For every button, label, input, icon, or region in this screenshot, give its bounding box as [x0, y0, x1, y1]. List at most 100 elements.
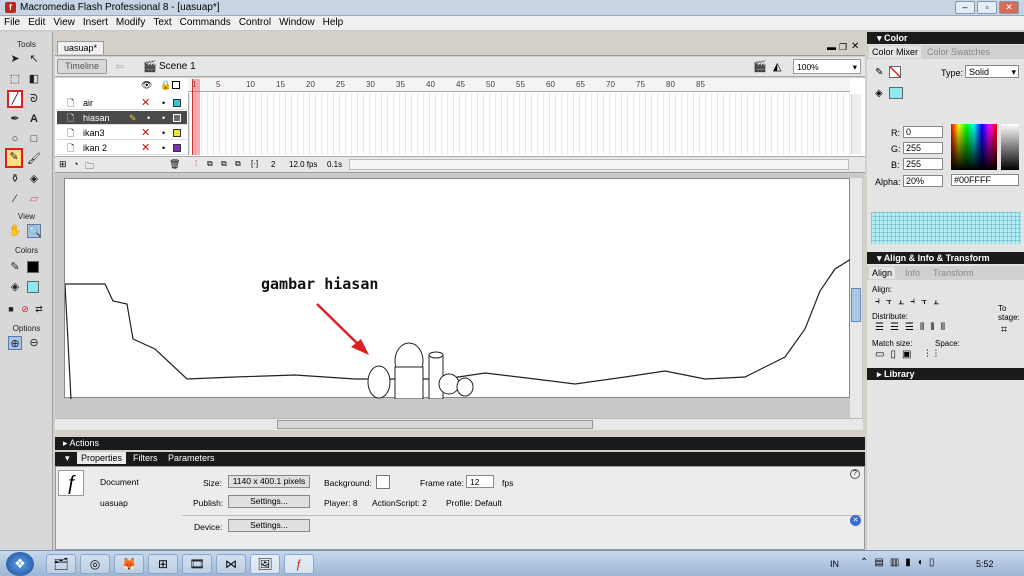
- layer-row-hiasan[interactable]: 🗋 hiasan ✎ • •: [57, 111, 187, 125]
- zoom-tool-icon[interactable]: 🔍: [27, 224, 42, 238]
- menu-modify[interactable]: Modify: [112, 16, 149, 29]
- office-taskbar-icon[interactable]: ⊞: [148, 554, 178, 574]
- doc-close-icon[interactable]: ✕: [851, 41, 859, 52]
- explorer-taskbar-icon[interactable]: 🗂: [46, 554, 76, 574]
- pencil-tool-icon[interactable]: ✎: [5, 148, 23, 168]
- match-space-buttons[interactable]: ▭▯▣ ⫶⫶: [875, 349, 985, 360]
- media-taskbar-icon[interactable]: 🎞: [182, 554, 212, 574]
- menu-text[interactable]: Text: [149, 16, 175, 29]
- add-folder-icon[interactable]: 🗀: [85, 159, 94, 175]
- timeline-vscroll[interactable]: [851, 94, 861, 154]
- hex-input[interactable]: #00FFFF: [951, 174, 1019, 186]
- r-input[interactable]: 0: [903, 126, 943, 138]
- delete-layer-icon[interactable]: 🗑: [169, 159, 180, 170]
- tab-color-swatches[interactable]: Color Swatches: [927, 47, 990, 57]
- b-input[interactable]: 255: [903, 158, 943, 170]
- tab-filters[interactable]: Filters: [133, 453, 158, 463]
- stroke-color-swatch[interactable]: [27, 261, 39, 273]
- stroke-icon[interactable]: ✎: [875, 67, 883, 78]
- frame-grid[interactable]: [188, 93, 850, 155]
- type-select[interactable]: Solid ▾: [965, 65, 1019, 78]
- tab-info[interactable]: Info: [905, 268, 920, 278]
- tab-properties[interactable]: Properties: [77, 452, 127, 464]
- hidden-x-icon[interactable]: ✕: [141, 96, 150, 110]
- menu-control[interactable]: Control: [235, 16, 275, 29]
- lasso-tool-icon[interactable]: ᘐ: [27, 92, 41, 106]
- maximize-button[interactable]: ▫: [977, 1, 997, 14]
- free-transform-icon[interactable]: ⬚: [8, 72, 22, 86]
- edit-scene-icon[interactable]: 🎬: [753, 60, 767, 73]
- size-button[interactable]: 1140 x 400.1 pixels: [228, 475, 310, 488]
- align-buttons[interactable]: ⫞⫟⫠⫞⫟⫠: [875, 296, 985, 307]
- zoom-out-icon[interactable]: ⊖: [27, 336, 41, 350]
- stroke-color-icon[interactable]: ✎: [8, 260, 22, 274]
- menu-help[interactable]: Help: [319, 16, 348, 29]
- firefox-taskbar-icon[interactable]: 🦊: [114, 554, 144, 574]
- g-input[interactable]: 255: [903, 142, 943, 154]
- fill-color-swatch[interactable]: [27, 281, 39, 293]
- alpha-input[interactable]: 20%: [903, 175, 943, 187]
- background-color-swatch[interactable]: [376, 475, 390, 489]
- menu-file[interactable]: File: [0, 16, 24, 29]
- text-tool-icon[interactable]: A: [27, 112, 41, 126]
- onion-markers-icon[interactable]: [·]: [251, 159, 258, 168]
- rectangle-tool-icon[interactable]: □: [27, 132, 41, 146]
- hscroll-thumb[interactable]: [277, 420, 593, 429]
- actions-panel-header[interactable]: ▸ Actions: [55, 437, 865, 450]
- paint-bucket-icon[interactable]: ◈: [27, 172, 41, 186]
- minimize-button[interactable]: –: [955, 1, 975, 14]
- chrome-taskbar-icon[interactable]: ◎: [80, 554, 110, 574]
- frame-ruler[interactable]: 1 5 10 15 20 25 30 35 40 45 50 55 60 65 70 75 80 85: [188, 78, 850, 92]
- doc-restore-icon[interactable]: ❐: [839, 42, 847, 53]
- lock-dot-icon[interactable]: •: [162, 96, 165, 110]
- library-panel-header[interactable]: ▸ Library: [867, 368, 1024, 380]
- eye-icon[interactable]: 👁: [141, 80, 152, 91]
- start-button[interactable]: ❖: [6, 552, 34, 576]
- menu-edit[interactable]: Edit: [24, 16, 49, 29]
- tab-align[interactable]: Align: [869, 267, 896, 279]
- color-panel-header[interactable]: ▾ Color: [867, 32, 1024, 44]
- align-panel-header[interactable]: ▾ Align & Info & Transform: [867, 252, 1024, 264]
- fill-icon[interactable]: ◈: [875, 88, 883, 99]
- menu-insert[interactable]: Insert: [79, 16, 112, 29]
- arrow-tool-icon[interactable]: ➤: [8, 52, 22, 66]
- layer-row-ikan3[interactable]: 🗋 ikan3 ✕ •: [57, 126, 187, 140]
- timeline-hscroll[interactable]: [349, 159, 849, 170]
- doc-minimize-icon[interactable]: ▬: [827, 42, 836, 52]
- distribute-buttons[interactable]: ☰☰☰⦀⦀⦀: [875, 322, 985, 333]
- close-button[interactable]: ✕: [999, 1, 1019, 14]
- outline-color-box[interactable]: [173, 114, 181, 122]
- language-indicator[interactable]: IN: [830, 559, 839, 569]
- outline-color-box[interactable]: [173, 99, 181, 107]
- edit-symbol-icon[interactable]: ◭: [773, 60, 781, 73]
- center-frame-icon[interactable]: ⁞: [195, 159, 197, 168]
- lock-dot-icon[interactable]: •: [162, 141, 165, 155]
- brush-tool-icon[interactable]: 🖌: [27, 152, 41, 166]
- framerate-input[interactable]: 12: [466, 475, 494, 488]
- tab-transform[interactable]: Transform: [933, 268, 974, 278]
- flash-taskbar-icon[interactable]: ƒ: [284, 554, 314, 574]
- onion-skin-icon[interactable]: ⧉: [207, 159, 213, 169]
- vscroll-thumb[interactable]: [851, 288, 861, 322]
- eraser-icon[interactable]: ▱: [27, 192, 41, 206]
- help-icon[interactable]: ?: [850, 469, 860, 479]
- default-colors-icon[interactable]: ■: [4, 302, 18, 316]
- device-settings-button[interactable]: Settings...: [228, 519, 310, 532]
- stroke-swatch[interactable]: [889, 66, 901, 78]
- stage-vscroll[interactable]: [850, 178, 862, 418]
- outline-color-box[interactable]: [173, 144, 181, 152]
- zoom-in-icon[interactable]: ⊕: [8, 336, 22, 350]
- tray-icons[interactable]: ⌃▤▥▮◖▯: [860, 557, 940, 568]
- add-layer-icon[interactable]: ⊞: [59, 159, 67, 170]
- onion-outline-icon[interactable]: ⧉: [221, 159, 227, 169]
- menu-window[interactable]: Window: [275, 16, 319, 29]
- pen-tool-icon[interactable]: ✒: [8, 112, 22, 126]
- visible-dot-icon[interactable]: •: [147, 111, 150, 125]
- lock-dot-icon[interactable]: •: [162, 126, 165, 140]
- to-stage-button[interactable]: ⌗: [1001, 324, 1007, 337]
- add-guide-icon[interactable]: ◔: [73, 159, 78, 169]
- layer-row-air[interactable]: 🗋 air ✕ •: [57, 96, 187, 110]
- paint-taskbar-icon[interactable]: 🖼: [250, 554, 280, 574]
- stage-hscroll[interactable]: [55, 418, 863, 430]
- visualstudio-taskbar-icon[interactable]: ⋈: [216, 554, 246, 574]
